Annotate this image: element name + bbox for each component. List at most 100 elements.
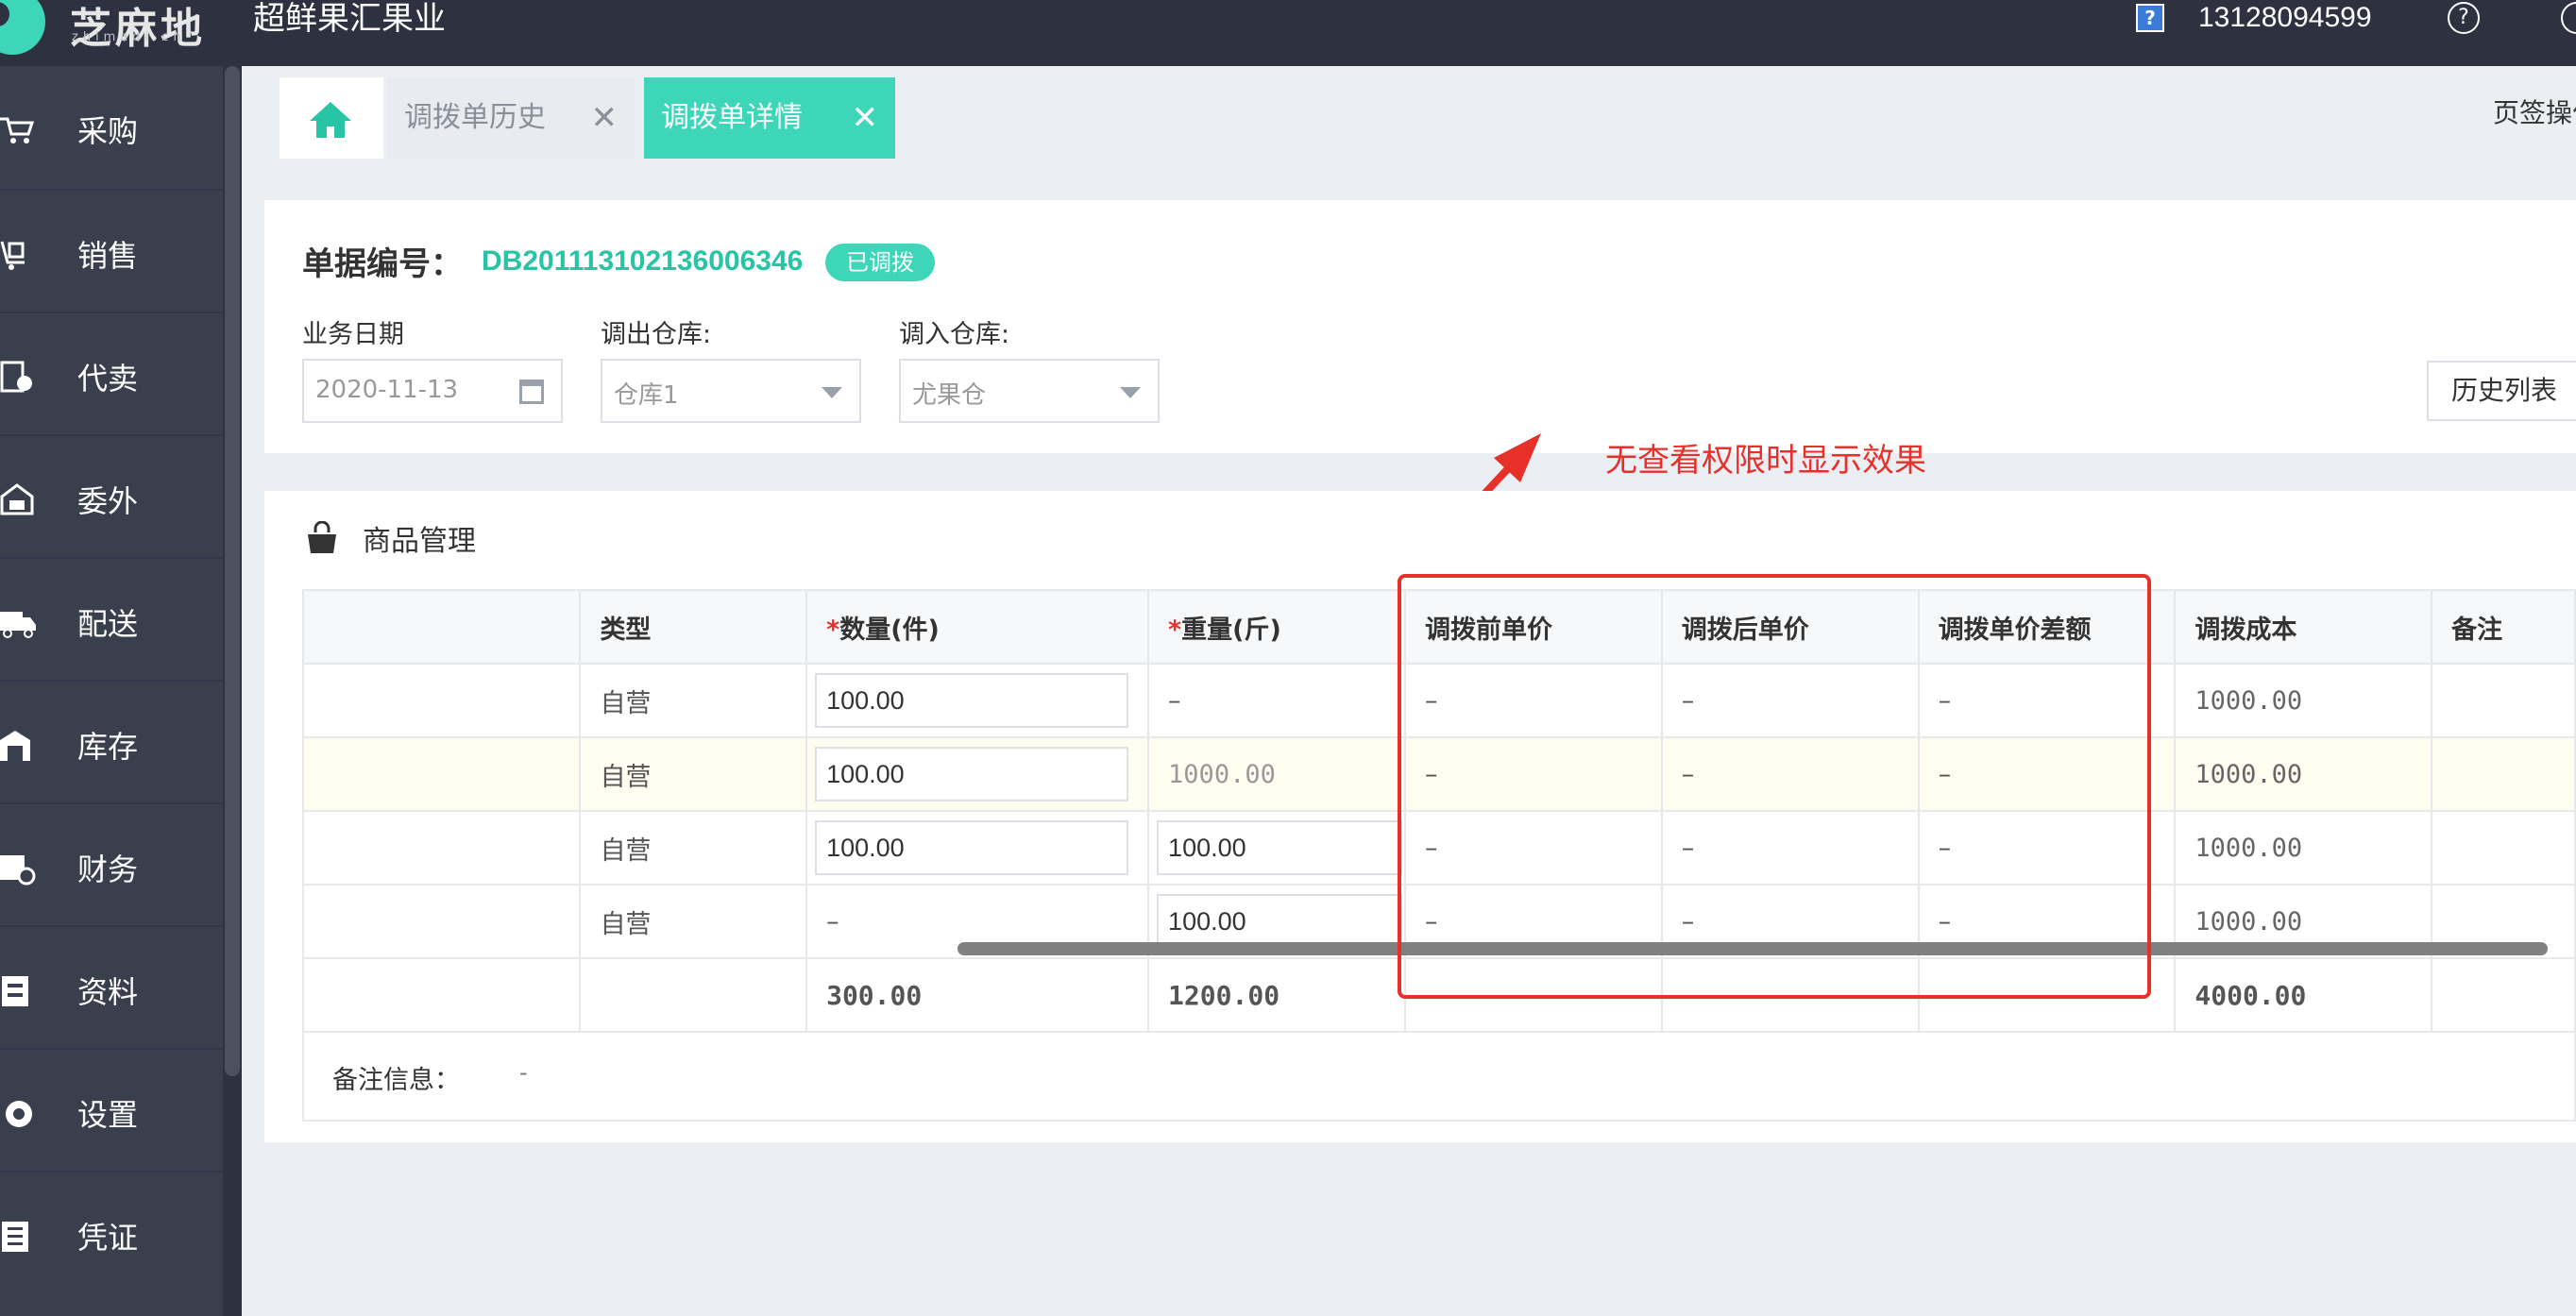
cell-remark <box>2431 736 2576 812</box>
sidebar-item-label: 销售 <box>77 238 139 274</box>
out-warehouse-value: 仓库1 <box>614 381 679 410</box>
sidebar-item-label: 凭证 <box>77 1220 139 1256</box>
cell-cost: 1000.00 <box>2174 736 2433 812</box>
sidebar-item-label: 配送 <box>77 606 139 642</box>
cell-type: 自营 <box>579 736 808 812</box>
remark-row <box>302 1033 2576 1122</box>
cell-cost: 1000.00 <box>2174 663 2433 738</box>
history-list-button[interactable]: 历史列表 <box>2427 361 2576 421</box>
logo-text: 芝麻地 <box>70 5 206 53</box>
bill-number-label: 单据编号： <box>302 245 463 283</box>
tab-home[interactable] <box>280 77 383 159</box>
header-weight-label: 重量(斤) <box>1181 615 1281 645</box>
tab-label: 调拨单历史 <box>404 101 546 134</box>
cell-weight: 1000.00 <box>1147 736 1407 812</box>
sidebar-item-label: 采购 <box>77 113 139 149</box>
qty-input[interactable]: 100.00 <box>815 820 1129 875</box>
weight-input[interactable]: 100.00 <box>1157 820 1403 875</box>
truck-icon <box>0 612 36 638</box>
finance-icon <box>0 855 36 886</box>
annotation-highlight-box <box>1398 574 2151 999</box>
header-qty-label: 数量(件) <box>839 615 940 645</box>
header-type: 类型 <box>579 589 808 665</box>
date-value: 2020-11-13 <box>315 376 459 404</box>
close-icon[interactable]: ✕ <box>591 77 619 159</box>
in-warehouse-value: 尤果仓 <box>912 381 987 410</box>
data-icon <box>2 976 28 1006</box>
header-qty: *数量(件) <box>805 589 1150 665</box>
sidebar-item-label: 设置 <box>77 1097 139 1133</box>
sidebar-item-outsource[interactable]: 委外 <box>0 434 223 557</box>
goods-title: 商品管理 <box>363 525 476 558</box>
sidebar-item-finance[interactable]: 财务 <box>0 802 223 925</box>
sidebar-item-label: 资料 <box>77 974 139 1010</box>
tab-transfer-history[interactable]: 调拨单历史 ✕ <box>387 77 635 159</box>
tab-label: 调拨单详情 <box>661 101 803 134</box>
tab-operations-menu[interactable]: 页签操作 <box>2493 93 2576 130</box>
trolley-icon <box>0 241 25 270</box>
cart-icon <box>0 117 35 143</box>
bill-number: DB201113102136006346 <box>482 245 804 277</box>
sidebar-item-label: 库存 <box>77 729 139 765</box>
total-qty: 300.00 <box>805 957 1150 1033</box>
weight-input[interactable]: 100.00 <box>1157 894 1403 949</box>
voucher-icon <box>2 1222 28 1252</box>
calendar-icon[interactable] <box>519 380 544 404</box>
logo-subtext: zhimadi.cn <box>72 30 186 44</box>
outsource-icon <box>0 483 34 515</box>
sidebar-item-inventory[interactable]: 库存 <box>0 680 223 802</box>
status-badge: 已调拨 <box>825 244 935 281</box>
sidebar-item-purchase[interactable]: 采购 <box>0 66 223 189</box>
header-weight: *重量(斤) <box>1147 589 1407 665</box>
bag-icon <box>308 521 336 553</box>
chevron-down-icon <box>1120 387 1141 398</box>
sidebar-item-voucher[interactable]: 凭证 <box>0 1171 223 1293</box>
user-phone[interactable]: 13128094599 <box>2198 2 2372 34</box>
total-weight: 1200.00 <box>1147 957 1407 1033</box>
cell-remark <box>2431 663 2576 738</box>
remark-value: - <box>519 1059 528 1086</box>
cell-type: 自营 <box>579 884 808 959</box>
annotation-text: 无查看权限时显示效果 <box>1605 442 1926 480</box>
gear-icon <box>6 1101 32 1127</box>
date-field[interactable]: 2020-11-13 <box>302 359 563 423</box>
consign-icon <box>0 361 32 393</box>
sidebar-item-settings[interactable]: 设置 <box>0 1048 223 1171</box>
sidebar-item-label: 财务 <box>77 852 139 887</box>
out-warehouse-select[interactable]: 仓库1 <box>601 359 861 423</box>
close-icon[interactable]: ✕ <box>852 77 879 159</box>
cell-weight: – <box>1147 663 1407 738</box>
sidebar-item-consign[interactable]: 代卖 <box>0 312 223 434</box>
cell-type: 自营 <box>579 810 808 886</box>
help-circle-icon[interactable]: ? <box>2448 2 2480 34</box>
qty-input[interactable]: 100.00 <box>815 673 1129 728</box>
home-icon <box>310 102 351 138</box>
help-box-icon[interactable]: ? <box>2136 4 2164 32</box>
tab-transfer-detail[interactable]: 调拨单详情 ✕ <box>644 77 895 159</box>
out-warehouse-label: 调出仓库: <box>601 320 712 349</box>
qty-input[interactable]: 100.00 <box>815 747 1129 801</box>
header-remark: 备注 <box>2431 589 2576 665</box>
sidebar-item-label: 委外 <box>77 483 139 519</box>
header-cost: 调拨成本 <box>2174 589 2433 665</box>
in-warehouse-select[interactable]: 尤果仓 <box>899 359 1160 423</box>
company-name: 超鲜果汇果业 <box>253 0 446 38</box>
in-warehouse-label: 调入仓库: <box>899 320 1010 349</box>
user-menu-icon[interactable] <box>2561 2 2576 34</box>
sidebar-scrollbar-thumb[interactable] <box>225 66 240 1076</box>
header-blank <box>301 589 582 665</box>
logo-icon <box>0 0 45 55</box>
cell-remark <box>2431 810 2576 886</box>
required-mark: * <box>826 615 840 645</box>
sidebar-item-delivery[interactable]: 配送 <box>0 557 223 680</box>
warehouse-icon <box>0 731 30 761</box>
sidebar-item-data[interactable]: 资料 <box>0 925 223 1048</box>
total-cost: 4000.00 <box>2174 957 2433 1033</box>
top-bar: 芝麻地 zhimadi.cn 超鲜果汇果业 ? 13128094599 ? <box>0 0 2576 66</box>
sidebar-item-label: 代卖 <box>77 361 139 396</box>
cell-cost: 1000.00 <box>2174 810 2433 886</box>
sidebar: 采购 销售 代卖 委外 配送 库存 财务 资料 设置 凭证 <box>0 66 223 1316</box>
chevron-down-icon <box>822 387 842 398</box>
cell-type: 自营 <box>579 663 808 738</box>
sidebar-item-sales[interactable]: 销售 <box>0 189 223 312</box>
